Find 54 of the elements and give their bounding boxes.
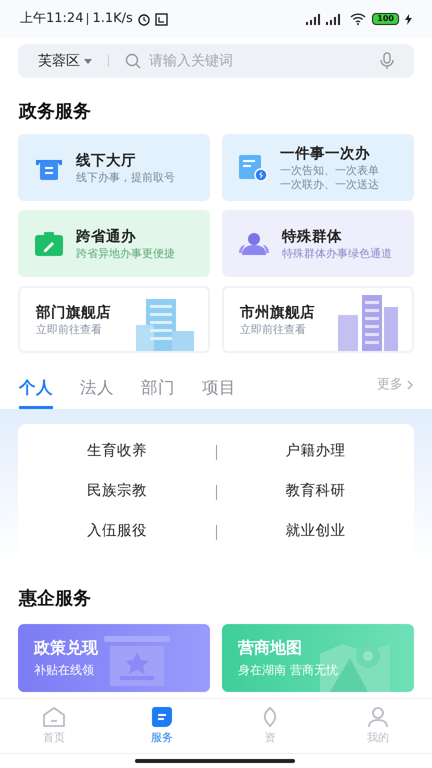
- card-title: 跨省通办: [76, 228, 137, 246]
- charging-icon: [405, 14, 412, 24]
- card-subtitle: 一次联办、一次送达: [280, 178, 379, 192]
- nav-tab[interactable]: 服务: [108, 699, 216, 753]
- star-box-drawing: [104, 636, 170, 686]
- status-time: 上午11:24: [20, 10, 84, 28]
- card-title: 特殊群体: [282, 228, 343, 246]
- home-icon: [42, 706, 66, 728]
- card-subtitle: 一次告知、一次表单: [280, 164, 379, 178]
- search-icon: [125, 53, 141, 69]
- caret-icon: [84, 58, 92, 64]
- chevron-icon: [407, 380, 413, 390]
- section-title: 政务服务: [18, 100, 92, 124]
- card-subtitle: 线下办事，提前取号: [76, 170, 175, 184]
- microphone-icon[interactable]: [380, 52, 394, 70]
- card-subtitle: 补贴在线领: [34, 662, 95, 679]
- people-icon: [238, 230, 270, 256]
- card-title: 部门旗舰店: [36, 303, 111, 322]
- service-card[interactable]: 部门旗舰店 立即前往查看: [18, 286, 210, 353]
- card-title: 市州旗舰店: [240, 303, 315, 322]
- category-item[interactable]: 入伍服役: [86, 521, 147, 543]
- service-card[interactable]: 线下大厅 线下办事，提前取号: [18, 134, 210, 201]
- buildings-drawing: [336, 293, 400, 351]
- card-subtitle: 立即前往查看: [36, 322, 103, 336]
- card-title: 一件事一次办: [280, 144, 371, 164]
- network-speed: 1.1K/s: [92, 10, 133, 28]
- service-card[interactable]: 跨省通办 跨省异地办事更便捷: [18, 210, 210, 277]
- category-item[interactable]: 就业创业: [285, 521, 346, 543]
- person-icon: [367, 706, 389, 728]
- document-icon: [238, 154, 268, 182]
- section-title: 惠企服务: [18, 587, 92, 611]
- card-title: 政策兑现: [34, 637, 99, 659]
- card-subtitle: 立即前往查看: [240, 322, 307, 336]
- service-card[interactable]: 市州旗舰店 立即前往查看: [222, 286, 414, 353]
- category-item[interactable]: 民族宗教: [86, 481, 147, 503]
- category-item[interactable]: 教育科研: [285, 481, 346, 503]
- service-card[interactable]: 一件事一次办 一次告知、一次表单 一次联办、一次送达: [222, 134, 414, 201]
- card-subtitle: 跨省异地办事更便捷: [76, 246, 175, 260]
- wifi-icon: [350, 13, 366, 25]
- service-icon: [151, 706, 173, 728]
- card-subtitle: 特殊群体办事绿色通道: [282, 246, 392, 260]
- battery-indicator: 100: [372, 13, 399, 25]
- search-field[interactable]: 请输入关键词: [149, 50, 372, 72]
- alarm-icon: [136, 12, 151, 26]
- search-bar[interactable]: 芙蓉区 请输入关键词: [18, 44, 414, 78]
- category-item[interactable]: 户籍办理: [285, 441, 346, 463]
- card-subtitle: 身在湖南 营商无忧: [238, 662, 339, 679]
- category-item[interactable]: 生育收养: [86, 441, 147, 463]
- district-selector[interactable]: 芙蓉区: [38, 50, 92, 72]
- briefcase-pen-icon: [34, 230, 64, 256]
- service-card[interactable]: 特殊群体 特殊群体办事绿色通道: [222, 210, 414, 277]
- nfc-icon: [154, 12, 168, 26]
- card-title: 营商地图: [238, 637, 303, 659]
- card-title: 线下大厅: [76, 152, 137, 170]
